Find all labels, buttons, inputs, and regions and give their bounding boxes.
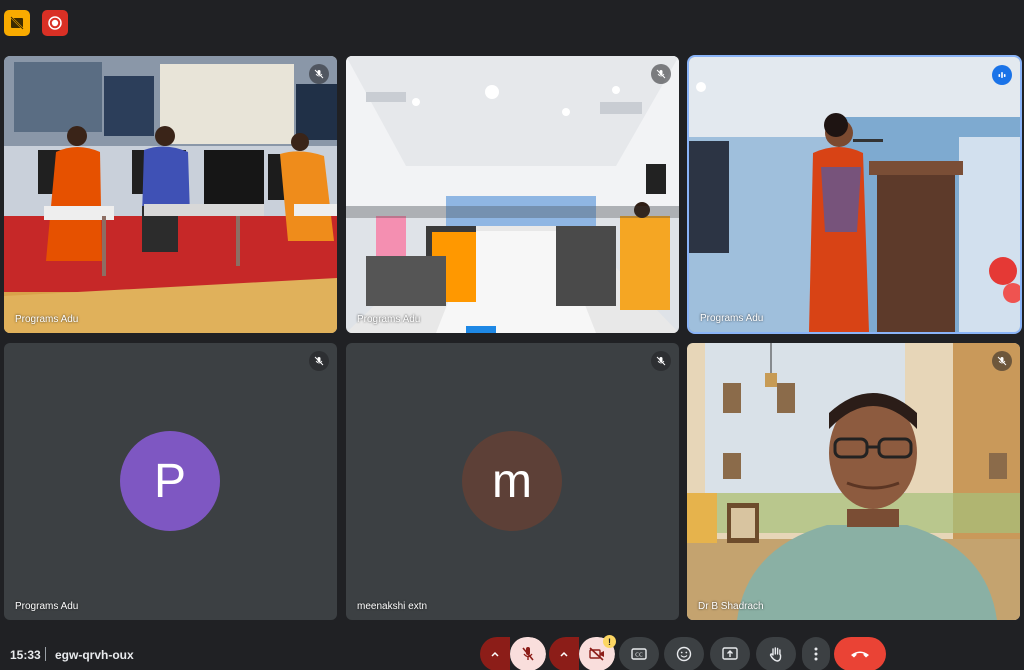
participant-tile-speaking[interactable]: Programs Adu (689, 57, 1020, 332)
hang-up-icon (851, 651, 869, 658)
svg-text:CC: CC (635, 653, 643, 659)
participant-name: Programs Adu (15, 601, 79, 612)
mic-off-icon (309, 351, 329, 371)
participant-tile[interactable]: m meenakshi extn (346, 343, 679, 620)
participant-tile[interactable]: P Programs Adu (4, 343, 337, 620)
participant-name: Programs Adu (357, 314, 421, 325)
avatar: m (462, 431, 562, 531)
raise-hand-button[interactable] (756, 637, 796, 670)
meeting-code: egw-qrvh-oux (55, 648, 134, 662)
chevron-up-icon[interactable] (549, 637, 579, 670)
participant-grid: Programs Adu Programs Adu Programs Adu P… (0, 0, 1024, 670)
mic-off-button[interactable] (510, 637, 546, 670)
mic-off-icon (309, 64, 329, 84)
captions-icon: CC (631, 648, 647, 660)
participant-name: meenakshi extn (357, 601, 428, 612)
bottom-bar: 15:33 egw-qrvh-oux CC (0, 626, 1024, 670)
participant-tile[interactable]: Programs Adu (346, 56, 679, 333)
mic-control[interactable] (480, 637, 546, 670)
mic-off-icon (651, 351, 671, 371)
participant-name: Dr B Shadrach (698, 601, 764, 612)
present-screen-button[interactable] (710, 637, 750, 670)
present-screen-icon (722, 647, 738, 660)
warning-badge: ! (603, 635, 616, 648)
video-feed-speaker (689, 57, 1020, 332)
mic-off-icon (992, 351, 1012, 371)
participant-name: Programs Adu (700, 313, 764, 324)
meeting-time: 15:33 (10, 648, 41, 662)
video-feed-auditorium (346, 56, 679, 333)
speaking-indicator-icon (992, 65, 1012, 85)
divider (45, 647, 46, 661)
chevron-up-icon[interactable] (480, 637, 510, 670)
video-feed-man (687, 343, 1020, 620)
more-options-button[interactable] (802, 637, 830, 670)
emoji-icon (676, 646, 692, 662)
participant-tile[interactable]: Programs Adu (4, 56, 337, 333)
participant-name: Programs Adu (15, 314, 79, 325)
mic-off-icon (651, 64, 671, 84)
participant-tile[interactable]: Dr B Shadrach (687, 343, 1020, 620)
captions-button[interactable]: CC (619, 637, 659, 670)
raise-hand-icon (769, 647, 782, 662)
emoji-button[interactable] (664, 637, 704, 670)
avatar: P (120, 431, 220, 531)
video-feed-stage (4, 56, 337, 333)
hang-up-button[interactable] (834, 637, 886, 670)
more-options-icon (814, 647, 818, 661)
